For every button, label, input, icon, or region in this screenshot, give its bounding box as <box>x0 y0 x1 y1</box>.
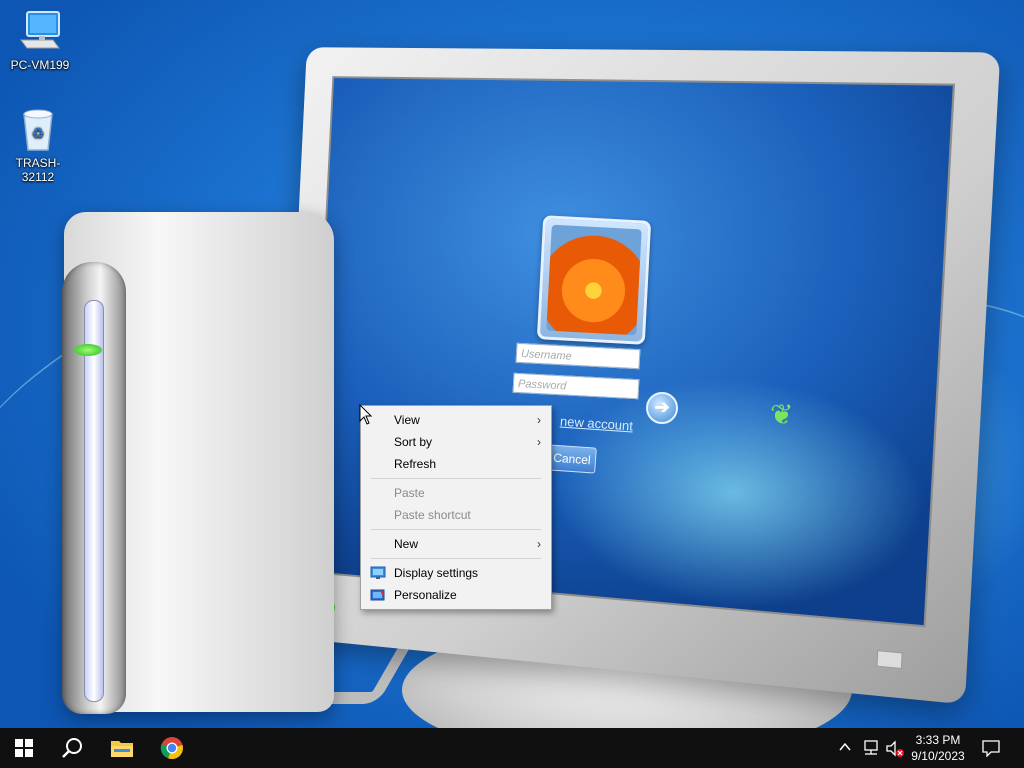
action-center-button[interactable] <box>982 739 1000 760</box>
menu-item-display-settings[interactable]: Display settings <box>361 562 551 584</box>
menu-item-new[interactable]: New › <box>361 533 551 555</box>
plant-icon: ❦ <box>770 398 793 431</box>
chevron-right-icon: › <box>537 409 541 431</box>
menu-item-label: New <box>394 537 418 551</box>
wallpaper-tower-stripe <box>84 300 104 702</box>
menu-item-sort-by[interactable]: Sort by › <box>361 431 551 453</box>
clock-date: 9/10/2023 <box>904 748 972 764</box>
menu-item-label: Paste shortcut <box>394 508 471 522</box>
menu-item-paste-shortcut: Paste shortcut <box>361 504 551 526</box>
volume-muted-icon <box>885 740 905 758</box>
svg-text:♻: ♻ <box>32 126 45 142</box>
chevron-right-icon: › <box>537 431 541 453</box>
clock-time: 3:33 PM <box>904 732 972 748</box>
menu-separator <box>371 529 541 530</box>
menu-item-label: Sort by <box>394 435 432 449</box>
menu-item-view[interactable]: View › <box>361 409 551 431</box>
wallpaper-monitor-button <box>876 650 902 669</box>
menu-item-refresh[interactable]: Refresh <box>361 453 551 475</box>
menu-item-label: Refresh <box>394 457 436 471</box>
menu-separator <box>371 478 541 479</box>
personalize-icon <box>370 588 386 602</box>
arrow-right-icon: ➔ <box>646 392 678 424</box>
display-settings-icon <box>370 566 386 580</box>
volume-tray-button[interactable] <box>885 740 905 761</box>
search-icon <box>61 737 83 759</box>
start-icon <box>15 739 33 757</box>
recycle-bin-icon: ♻ <box>18 108 58 152</box>
taskbar: 3:33 PM 9/10/2023 <box>0 728 1024 768</box>
mouse-cursor-icon <box>359 404 373 426</box>
desktop-icon-computer[interactable]: PC-VM199 <box>2 10 78 72</box>
desktop-background[interactable]: Username Password ➔ new account Cancel ❦… <box>0 0 1024 728</box>
search-button[interactable] <box>48 728 96 768</box>
flower-picture <box>546 225 641 336</box>
menu-item-label: Personalize <box>394 588 457 602</box>
menu-item-label: Display settings <box>394 566 478 580</box>
chevron-up-icon <box>838 738 852 756</box>
menu-item-paste: Paste <box>361 482 551 504</box>
desktop-icon-label: TRASH-32112 <box>0 156 76 184</box>
wallpaper-cancel-button: Cancel <box>547 444 597 473</box>
chevron-right-icon: › <box>537 533 541 555</box>
wallpaper-tower-led <box>74 344 102 356</box>
taskbar-clock[interactable]: 3:33 PM 9/10/2023 <box>904 732 972 764</box>
show-hidden-icons-button[interactable] <box>838 738 852 759</box>
desktop-icon-recycle-bin[interactable]: ♻ TRASH-32112 <box>0 108 76 184</box>
menu-item-label: Paste <box>394 486 425 500</box>
menu-item-personalize[interactable]: Personalize <box>361 584 551 606</box>
menu-item-label: View <box>394 413 420 427</box>
desktop-icon-label: PC-VM199 <box>2 58 78 72</box>
start-button[interactable] <box>0 728 48 768</box>
menu-separator <box>371 558 541 559</box>
notification-icon <box>982 739 1000 757</box>
chrome-button[interactable] <box>148 728 196 768</box>
file-explorer-button[interactable] <box>98 728 146 768</box>
chrome-icon <box>160 736 184 760</box>
wallpaper-user-tile <box>537 215 651 344</box>
computer-icon <box>17 10 63 54</box>
network-tray-button[interactable] <box>862 740 880 759</box>
file-explorer-icon <box>110 738 134 758</box>
network-icon <box>862 740 880 756</box>
desktop-context-menu: View › Sort by › Refresh Paste Paste sho… <box>360 405 552 610</box>
